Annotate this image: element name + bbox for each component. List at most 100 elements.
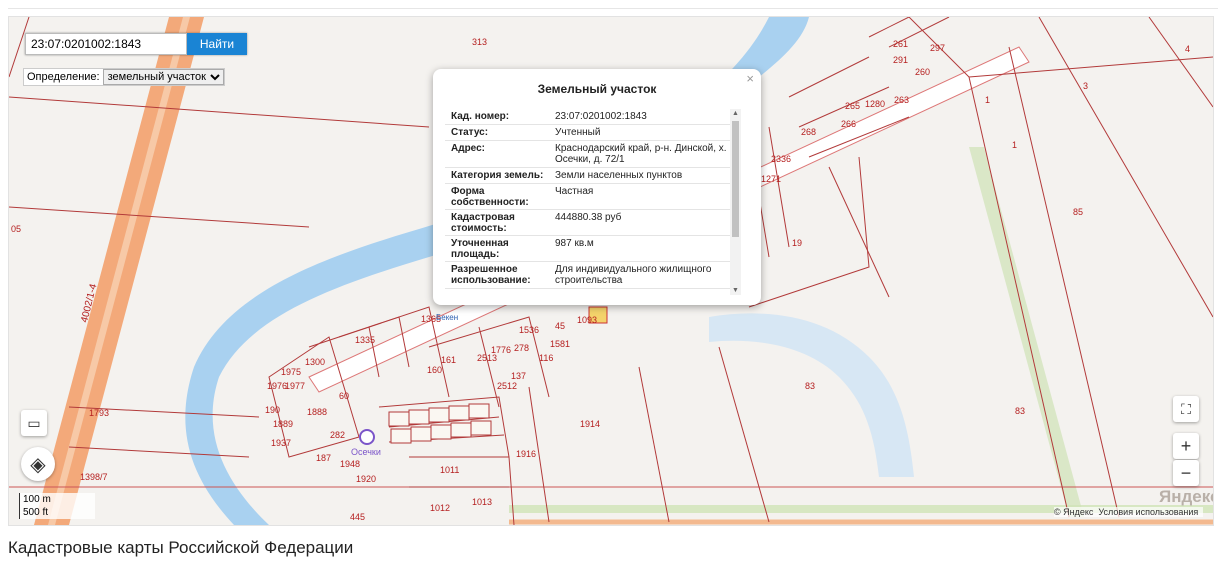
info-key: Статус: — [451, 127, 489, 138]
parcel-label: 160 — [427, 365, 442, 375]
scrollbar-thumb[interactable] — [732, 121, 739, 237]
info-value: 23:07:0201002:1843 — [555, 111, 647, 122]
parcel-label: 2512 — [497, 381, 517, 391]
parcel-label: 05 — [11, 224, 21, 234]
parcel-label: 260 — [915, 67, 930, 77]
popup-scrollbar[interactable]: ▲ ▼ — [730, 109, 741, 295]
parcel-label: 1977 — [285, 381, 305, 391]
info-value: Частная — [555, 186, 594, 197]
parcel-label: 190 — [265, 405, 280, 415]
zoom-in-button[interactable]: + — [1173, 433, 1199, 459]
cadastral-number-input[interactable] — [25, 33, 187, 55]
parcel-label: 261 — [893, 39, 908, 49]
parcel-label: 85 — [1073, 207, 1083, 217]
parcel-label: 265 — [845, 101, 860, 111]
top-divider — [8, 8, 1218, 9]
definition-select[interactable]: земельный участок — [102, 69, 224, 85]
parcel-label: 1335 — [355, 335, 375, 345]
parcel-label: 1975 — [281, 367, 301, 377]
parcel-info-table: Кад. номер: 23:07:0201002:1843 Статус: Учт… — [445, 109, 741, 295]
parcel-label: 19 — [792, 238, 802, 248]
parcel-label: 1776 — [491, 345, 511, 355]
info-value: Краснодарский край, р-н. Динской, х. Осе… — [555, 143, 727, 165]
parcel-label: 4 — [1185, 44, 1190, 54]
info-key: Кадастровая стоимость: — [451, 212, 515, 234]
place-label: Осечки — [351, 447, 381, 457]
parcel-label: 1013 — [472, 497, 492, 507]
info-key: Кад. номер: — [451, 111, 510, 122]
layers-button[interactable]: ◈ — [21, 447, 55, 481]
parcel-label: 1920 — [356, 474, 376, 484]
parcel-label: 1948 — [340, 459, 360, 469]
parcel-label: 266 — [841, 119, 856, 129]
cadastral-map[interactable]: 313 4 3 1 1 85 19 83 83 1914 1916 1011 1… — [8, 16, 1214, 526]
info-row: Категория земель: Земли населенных пункто… — [445, 168, 741, 184]
parcel-label: 1398/7 — [80, 472, 108, 482]
info-row: Уточненная площадь: 987 кв.м — [445, 236, 741, 262]
info-row: Кадастровая стоимость: 444880.38 руб — [445, 210, 741, 236]
parcel-label: 1914 — [580, 419, 600, 429]
info-row: Разрешенное использование: Для индивидуал… — [445, 262, 741, 289]
parcel-label: 1300 — [305, 357, 325, 367]
ruler-button[interactable]: ▭ — [21, 410, 47, 436]
info-key: Форма собственности: — [451, 186, 529, 208]
parcel-label: 1793 — [89, 408, 109, 418]
parcel-label: 1937 — [271, 438, 291, 448]
zoom-out-button[interactable]: − — [1173, 460, 1199, 486]
parcel-label: 2336 — [771, 154, 791, 164]
info-row: Форма собственности: Частная — [445, 184, 741, 210]
search-box: Найти — [25, 33, 247, 55]
info-value: 987 кв.м — [555, 238, 594, 249]
parcel-label: 161 — [441, 355, 456, 365]
terms-link[interactable]: Условия использования — [1098, 507, 1198, 517]
parcel-label: 313 — [472, 37, 487, 47]
parcel-label: 1581 — [550, 339, 570, 349]
parcel-label: 278 — [514, 343, 529, 353]
scroll-down-icon[interactable]: ▼ — [732, 287, 739, 294]
parcel-label: 83 — [805, 381, 815, 391]
parcel-label: 187 — [316, 453, 331, 463]
parcel-label: 297 — [930, 43, 945, 53]
parcel-label: 1 — [985, 95, 990, 105]
attribution: © Яндекс Условия использования — [1054, 507, 1204, 517]
place-marker-icon[interactable] — [359, 429, 375, 445]
parcel-label: 1271 — [761, 174, 781, 184]
parcel-info-popup: × Земельный участок Кад. номер: 23:07:020… — [433, 69, 761, 305]
definition-label: Определение: — [27, 71, 100, 83]
parcel-label: 3 — [1083, 81, 1088, 91]
scale-feet: 500 ft — [19, 506, 95, 519]
parcel-label: 263 — [894, 95, 909, 105]
info-row: Статус: Учтенный — [445, 125, 741, 141]
info-key: Категория земель: — [451, 170, 544, 181]
parcel-label: 1280 — [865, 99, 885, 109]
parcel-label: 60 — [339, 391, 349, 401]
parcel-label: 137 — [511, 371, 526, 381]
page-caption: Кадастровые карты Российской Федерации — [8, 538, 354, 557]
parcel-label: 1916 — [516, 449, 536, 459]
parcel-label: 268 — [801, 127, 816, 137]
parcel-label: 1012 — [430, 503, 450, 513]
info-value: Учтенный — [555, 127, 601, 138]
parcel-label: 1888 — [307, 407, 327, 417]
parcel-label: 282 — [330, 430, 345, 440]
copyright-text: © Яндекс — [1054, 507, 1094, 517]
info-key: Разрешенное использование: — [451, 264, 531, 286]
parcel-label: 45 — [555, 321, 565, 331]
info-row: Адрес: Краснодарский край, р-н. Динской, … — [445, 141, 741, 168]
parcel-label: 1 — [1012, 140, 1017, 150]
river-branch — [709, 313, 914, 477]
info-value: 444880.38 руб — [555, 212, 622, 223]
parcel-label: 291 — [893, 55, 908, 65]
info-key: Уточненная площадь: — [451, 238, 509, 260]
parcel-label: 83 — [1015, 406, 1025, 416]
info-value: Земли населенных пунктов — [555, 170, 683, 181]
yandex-logo[interactable]: Яндекс — [1159, 487, 1213, 507]
definition-row: Определение: земельный участок — [23, 68, 225, 86]
info-row: Кад. номер: 23:07:0201002:1843 — [445, 109, 741, 125]
find-button[interactable]: Найти — [187, 33, 247, 55]
parcel-label: 1011 — [440, 465, 459, 475]
fullscreen-button[interactable]: ⛶ — [1173, 396, 1199, 422]
scroll-up-icon[interactable]: ▲ — [732, 110, 739, 117]
parcel-label: 1889 — [273, 419, 293, 429]
parcel-label: 445 — [350, 512, 365, 522]
